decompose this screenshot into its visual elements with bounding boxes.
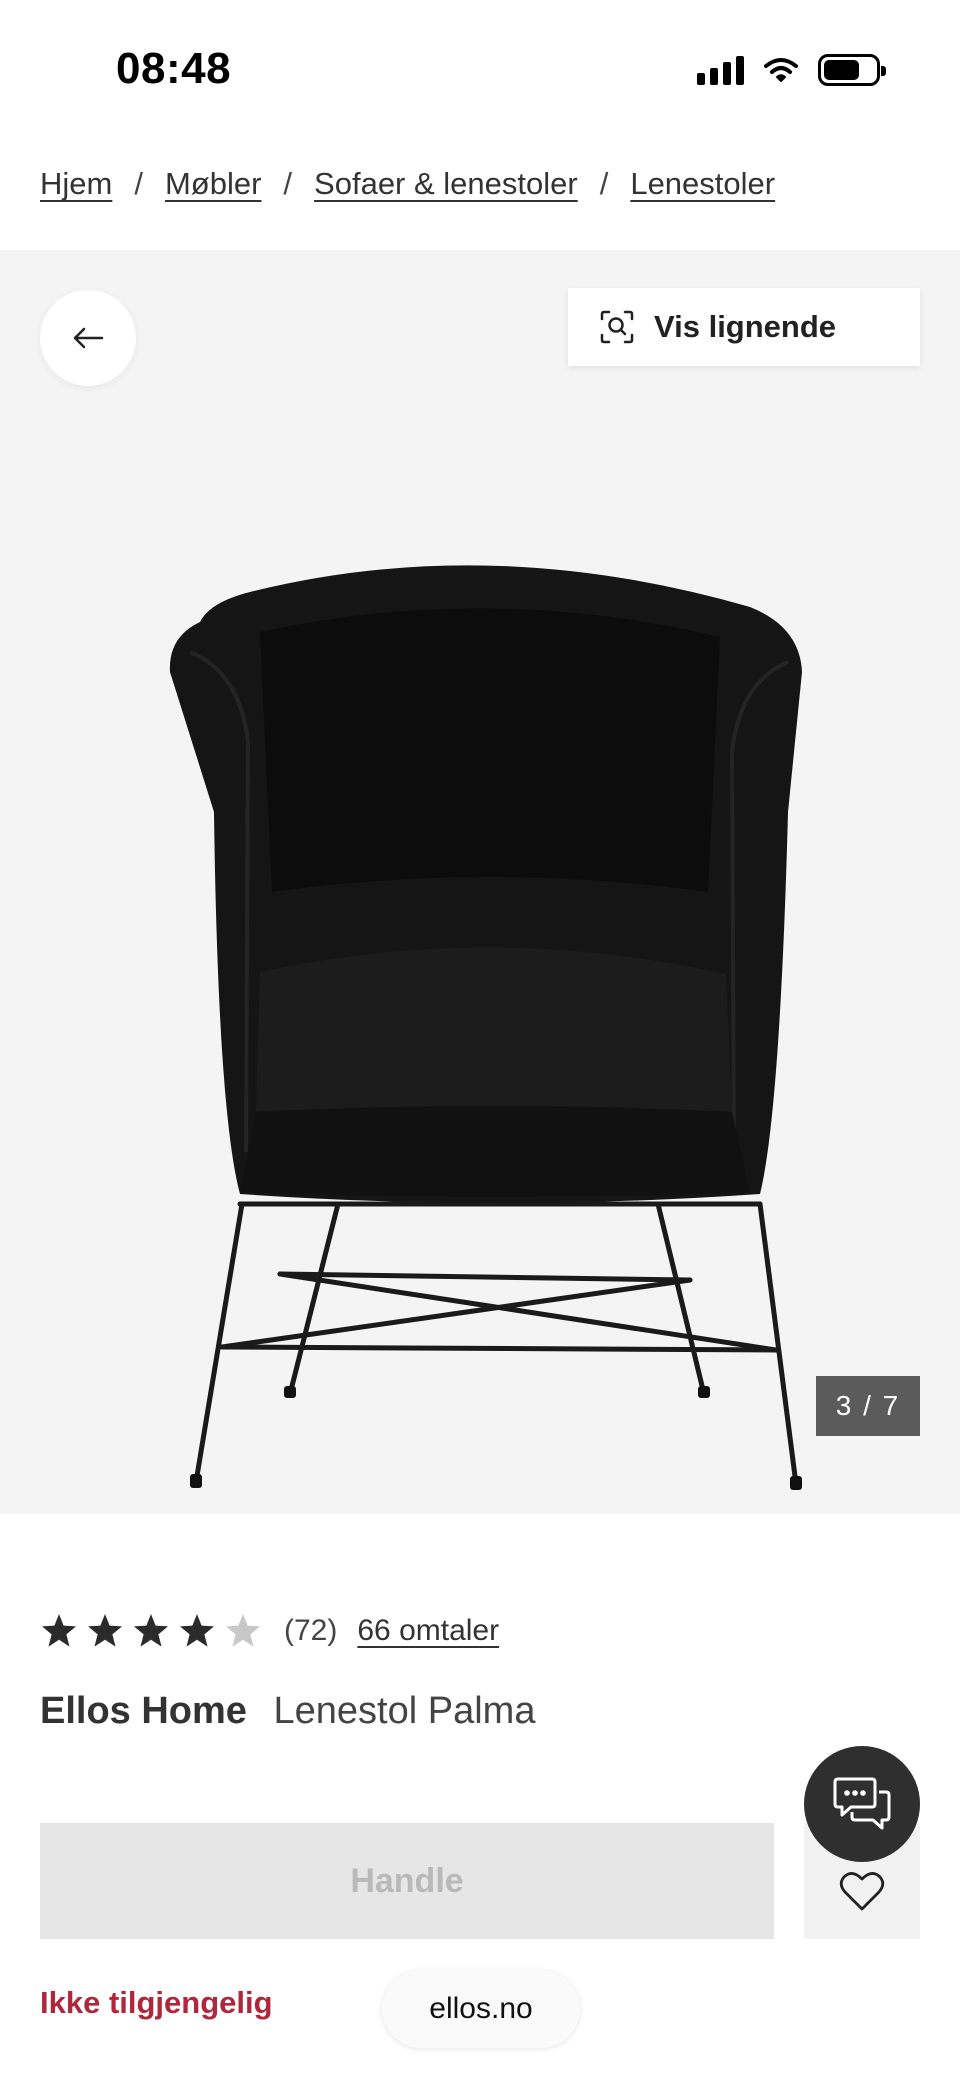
- breadcrumb-separator: /: [283, 166, 293, 201]
- star-filled-icon: [180, 1614, 214, 1647]
- breadcrumb-furniture[interactable]: Møbler: [165, 166, 261, 202]
- product-image-armchair[interactable]: [160, 512, 820, 1492]
- breadcrumb-sofas-armchairs[interactable]: Sofaer & lenestoler: [314, 166, 578, 202]
- rating-stars: [40, 1612, 262, 1650]
- breadcrumb: Hjem / Møbler / Sofaer & lenestoler / Le…: [40, 166, 775, 202]
- star-filled-icon: [88, 1614, 122, 1647]
- product-brand[interactable]: Ellos Home: [40, 1690, 247, 1732]
- back-button[interactable]: [40, 290, 136, 386]
- star-empty-icon: [226, 1614, 260, 1647]
- battery-icon: [818, 54, 886, 86]
- buy-button[interactable]: Handle: [40, 1823, 774, 1939]
- wifi-icon: [764, 58, 798, 82]
- product-name: Lenestol Palma: [273, 1690, 536, 1732]
- chat-icon: [833, 1777, 891, 1830]
- browser-domain[interactable]: ellos.no: [382, 1970, 580, 2048]
- status-icons: [697, 52, 886, 88]
- breadcrumb-armchairs[interactable]: Lenestoler: [630, 166, 775, 202]
- product-title: Ellos Home Lenestol Palma: [40, 1690, 535, 1733]
- star-filled-icon: [134, 1614, 168, 1647]
- visual-search-icon: [600, 310, 634, 344]
- breadcrumb-home[interactable]: Hjem: [40, 166, 112, 202]
- signal-icon: [697, 55, 744, 85]
- image-counter: 3 / 7: [816, 1376, 920, 1436]
- star-filled-icon: [42, 1614, 76, 1647]
- arrow-left-icon: [73, 327, 104, 349]
- breadcrumb-separator: /: [599, 166, 609, 201]
- status-time: 08:48: [116, 44, 232, 93]
- reviews-link[interactable]: 66 omtaler: [357, 1614, 499, 1648]
- battery-level: [824, 60, 859, 80]
- heart-icon: [839, 1872, 885, 1911]
- availability-status: Ikke tilgjengelig: [40, 1985, 273, 2020]
- product-rating: (72) 66 omtaler: [40, 1612, 499, 1650]
- chat-button[interactable]: [804, 1746, 920, 1862]
- status-bar: 08:48: [0, 0, 960, 140]
- show-similar-label: Vis lignende: [654, 309, 837, 344]
- breadcrumb-separator: /: [134, 166, 143, 201]
- product-gallery[interactable]: Vis lignende 3 / 7: [0, 250, 960, 1514]
- show-similar-button[interactable]: Vis lignende: [568, 288, 920, 366]
- review-count: (72): [284, 1614, 338, 1647]
